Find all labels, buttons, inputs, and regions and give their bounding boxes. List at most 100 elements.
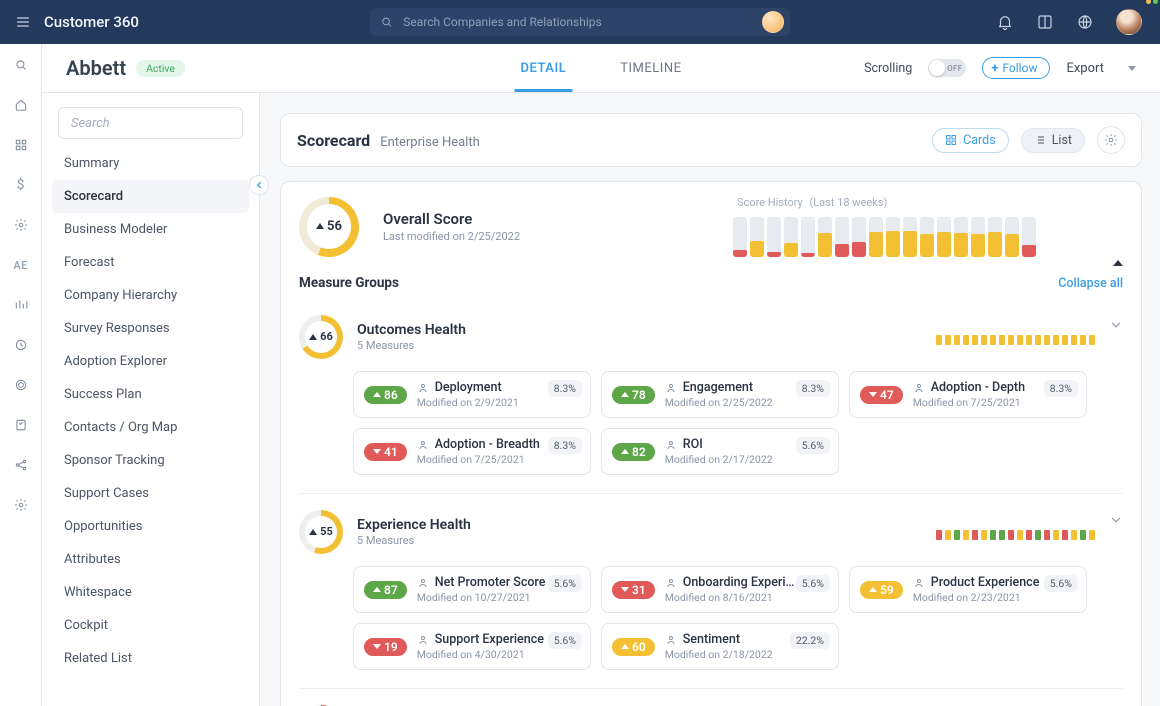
- search-scope-avatar[interactable]: [762, 11, 784, 33]
- group-score-donut: 66: [299, 315, 343, 359]
- follow-button[interactable]: + Follow: [982, 57, 1050, 79]
- sidebar-item-forecast[interactable]: Forecast: [52, 246, 249, 279]
- global-search[interactable]: [370, 8, 790, 36]
- chevron-left-icon: [254, 180, 264, 190]
- group-collapse-toggle[interactable]: [1109, 512, 1123, 531]
- sidebar-item-attributes[interactable]: Attributes: [52, 543, 249, 576]
- metric-card[interactable]: 60 Sentiment Modified on 2/18/202222.2%: [601, 623, 839, 670]
- rail-timeline[interactable]: [12, 296, 30, 314]
- collapse-all-button[interactable]: Collapse all: [1058, 276, 1123, 291]
- sidebar-item-opportunities[interactable]: Opportunities: [52, 510, 249, 543]
- overall-score-title: Overall Score: [383, 210, 520, 228]
- group-sparkline: [936, 524, 1123, 540]
- metric-weight: 22.2%: [790, 632, 830, 649]
- metric-card[interactable]: 87 Net Promoter Score Modified on 10/27/…: [353, 566, 591, 613]
- sidebar-item-contacts-org-map[interactable]: Contacts / Org Map: [52, 411, 249, 444]
- sidebar-item-cockpit[interactable]: Cockpit: [52, 609, 249, 642]
- rail-dashboard[interactable]: [12, 136, 30, 154]
- bell-icon[interactable]: [996, 13, 1014, 31]
- sidebar-search-input[interactable]: [69, 115, 232, 132]
- rail-target[interactable]: [12, 376, 30, 394]
- trend-up-icon: [309, 334, 317, 340]
- metric-card[interactable]: 47 Adoption - Depth Modified on 7/25/202…: [849, 371, 1087, 418]
- rail-home[interactable]: [12, 96, 30, 114]
- metric-card[interactable]: 19 Support Experience Modified on 4/30/2…: [353, 623, 591, 670]
- person-icon: [913, 577, 925, 589]
- person-icon: [665, 634, 677, 646]
- scrolling-label: Scrolling: [864, 61, 912, 76]
- rail-ae[interactable]: AE: [12, 256, 30, 274]
- sidebar-item-scorecard[interactable]: Scorecard: [52, 180, 249, 213]
- sidebar-item-adoption-explorer[interactable]: Adoption Explorer: [52, 345, 249, 378]
- chevron-down-icon: [1109, 513, 1123, 527]
- profile-avatar[interactable]: [1116, 9, 1142, 35]
- metric-badge: 86: [364, 386, 407, 404]
- rail-search[interactable]: [12, 56, 30, 74]
- sidebar-item-business-modeler[interactable]: Business Modeler: [52, 213, 249, 246]
- rail-revenue[interactable]: $: [12, 176, 30, 194]
- metric-weight: 8.3%: [1044, 380, 1078, 397]
- chevron-down-icon: [1128, 66, 1136, 71]
- metric-weight: 5.6%: [1044, 575, 1078, 592]
- trend-up-icon: [316, 223, 324, 229]
- tab-timeline[interactable]: TIMELINE: [620, 44, 681, 92]
- menu-toggle-button[interactable]: [6, 14, 40, 30]
- metric-card[interactable]: 82 ROI Modified on 2/17/20225.6%: [601, 428, 839, 475]
- scorecard-settings-button[interactable]: [1097, 126, 1125, 154]
- search-icon: [380, 15, 393, 29]
- metric-card[interactable]: 78 Engagement Modified on 2/25/20228.3%: [601, 371, 839, 418]
- target-icon: [14, 378, 28, 392]
- metric-weight: 5.6%: [796, 575, 830, 592]
- view-cards-button[interactable]: Cards: [932, 128, 1009, 153]
- scorecard-header-card: Scorecard Enterprise Health Cards: [280, 113, 1142, 167]
- book-icon[interactable]: [1036, 13, 1054, 31]
- history-bar: [733, 217, 747, 257]
- sidebar-item-survey-responses[interactable]: Survey Responses: [52, 312, 249, 345]
- group-count: 5 Measures: [357, 339, 466, 352]
- metric-title: Engagement: [665, 380, 773, 395]
- overall-score-value: 56: [327, 219, 342, 234]
- view-list-button[interactable]: List: [1021, 128, 1085, 153]
- group-name: Experience Health: [357, 517, 471, 533]
- group-score-donut: 55: [299, 510, 343, 554]
- sidebar-collapse-button[interactable]: [249, 175, 269, 195]
- checklist-icon: [14, 418, 28, 432]
- group-collapse-toggle[interactable]: [1109, 317, 1123, 336]
- history-bar: [869, 217, 883, 257]
- sidebar-item-success-plan[interactable]: Success Plan: [52, 378, 249, 411]
- sidebar-search[interactable]: [58, 107, 243, 139]
- person-icon: [913, 382, 925, 394]
- metric-modified: Modified on 7/25/2021: [913, 396, 1025, 409]
- person-icon: [417, 382, 429, 394]
- sidebar-item-whitespace[interactable]: Whitespace: [52, 576, 249, 609]
- metric-card[interactable]: 59 Product Experience Modified on 2/23/2…: [849, 566, 1087, 613]
- tab-detail[interactable]: DETAIL: [521, 44, 567, 92]
- view-cards-label: Cards: [963, 133, 996, 148]
- company-name: Abbett: [66, 56, 126, 80]
- metric-modified: Modified on 10/27/2021: [417, 591, 546, 604]
- sidebar-item-sponsor-tracking[interactable]: Sponsor Tracking: [52, 444, 249, 477]
- scrolling-toggle[interactable]: OFF: [928, 59, 966, 77]
- main-tabs: DETAIL TIMELINE: [521, 44, 682, 92]
- rail-admin[interactable]: [12, 496, 30, 514]
- sidebar-item-company-hierarchy[interactable]: Company Hierarchy: [52, 279, 249, 312]
- rail-checklist[interactable]: [12, 416, 30, 434]
- metric-badge: 60: [612, 638, 655, 656]
- company-header: Abbett Active DETAIL TIMELINE Scrolling …: [42, 44, 1160, 93]
- sidebar-item-summary[interactable]: Summary: [52, 147, 249, 180]
- global-search-input[interactable]: [401, 14, 780, 30]
- metric-card[interactable]: 41 Adoption - Breadth Modified on 7/25/2…: [353, 428, 591, 475]
- globe-icon[interactable]: [1076, 13, 1094, 31]
- scorecard-heading: Scorecard: [297, 131, 370, 150]
- measure-groups-title: Measure Groups: [299, 275, 399, 291]
- rail-clock[interactable]: [12, 336, 30, 354]
- rail-share[interactable]: [12, 456, 30, 474]
- history-pointer-icon: [1113, 260, 1123, 266]
- rail-settings[interactable]: [12, 216, 30, 234]
- trend-up-icon: [309, 529, 317, 535]
- sidebar-item-related-list[interactable]: Related List: [52, 642, 249, 675]
- export-dropdown[interactable]: Export: [1066, 61, 1136, 76]
- sidebar-item-support-cases[interactable]: Support Cases: [52, 477, 249, 510]
- metric-card[interactable]: 31 Onboarding Experi… Modified on 8/16/2…: [601, 566, 839, 613]
- metric-card[interactable]: 86 Deployment Modified on 2/9/20218.3%: [353, 371, 591, 418]
